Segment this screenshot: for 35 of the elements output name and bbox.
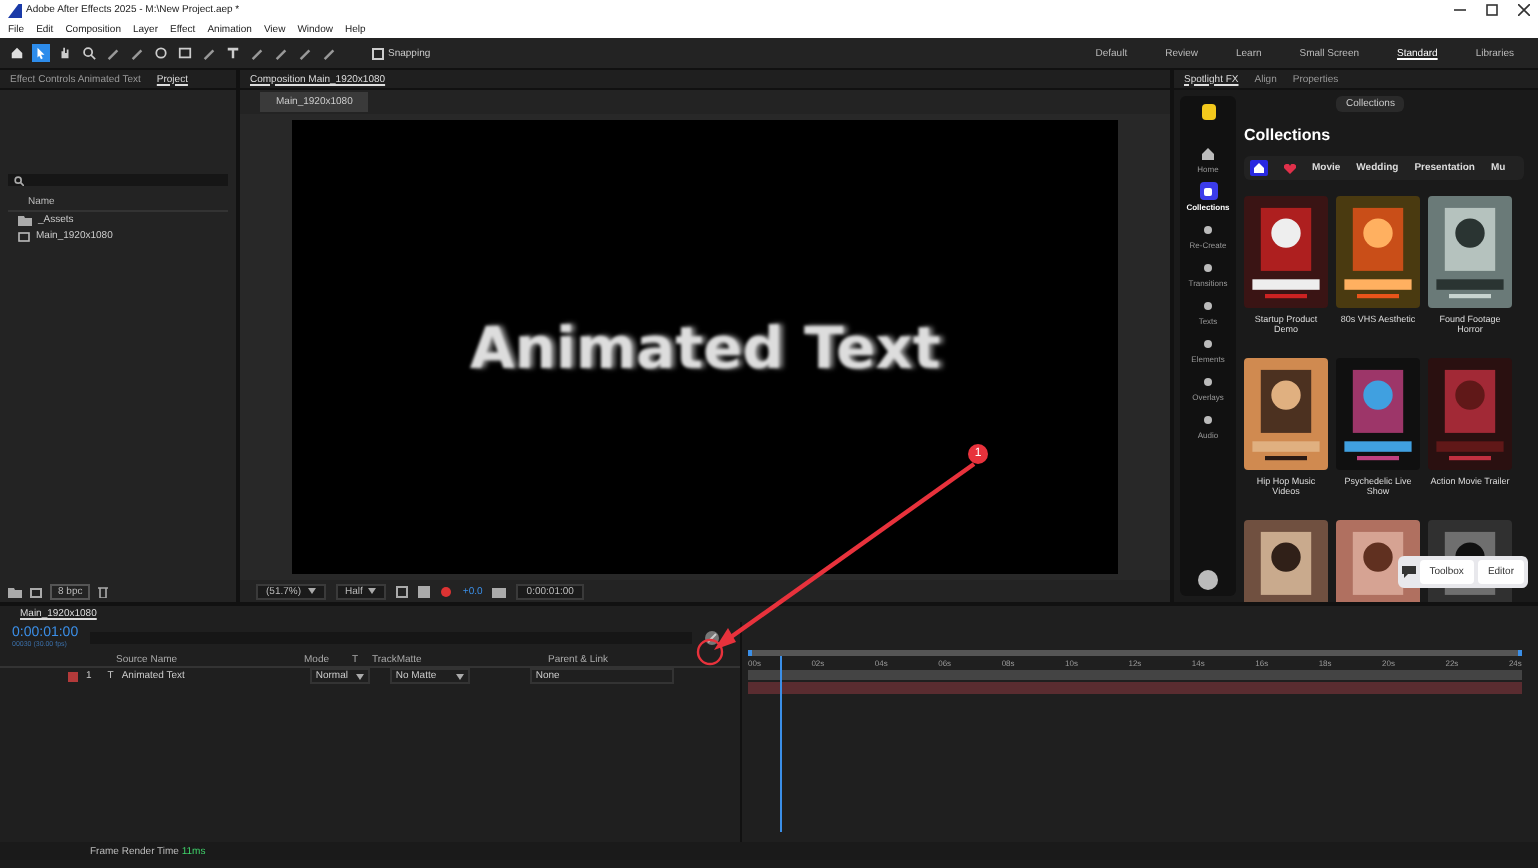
zoom-tool-icon[interactable] [80,44,98,62]
type-tool-icon[interactable] [224,44,242,62]
home-tool-icon[interactable] [8,44,26,62]
home-icon [1198,144,1217,162]
grid-icon[interactable] [396,585,409,597]
search-icon [14,175,24,185]
motion-blur-icon[interactable] [704,629,720,645]
caret-icon [455,673,464,679]
color-icon[interactable] [440,585,453,597]
restore-icon[interactable] [1486,4,1498,16]
chat-icon[interactable] [1401,566,1416,578]
close-icon[interactable] [1518,4,1530,16]
composition-icon[interactable] [30,587,42,597]
select-tool-icon[interactable] [32,44,50,62]
composition-icon [18,231,30,241]
caret-icon [355,673,364,679]
heart-icon[interactable] [1284,163,1296,173]
home-icon[interactable] [1250,160,1268,176]
search-field[interactable] [8,174,228,186]
minimize-icon[interactable] [1454,4,1466,16]
section-heading: Collections [1244,126,1333,144]
folder-icon[interactable] [8,587,22,597]
app-logo-icon [1201,104,1215,120]
label-color[interactable] [68,671,78,681]
collections-icon [1199,182,1217,200]
avatar-icon[interactable] [1198,570,1218,590]
animated-text: Animated Text [469,313,941,381]
highlight-ring [696,638,724,666]
hand-tool-icon[interactable] [56,44,74,62]
caret-icon [368,588,377,594]
trash-icon[interactable] [98,586,109,598]
rect-tool-icon[interactable] [176,44,194,62]
caret-icon [307,588,316,594]
folder-icon [18,215,32,225]
rotate-tool-icon[interactable] [152,44,170,62]
